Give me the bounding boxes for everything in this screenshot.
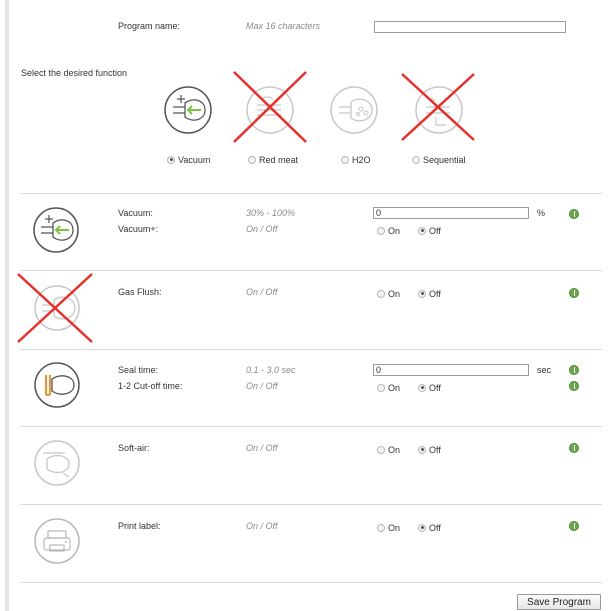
vacuum-label: Vacuum:: [118, 208, 153, 218]
program-name-hint: Max 16 characters: [246, 21, 321, 31]
function-label-h2o: H2O: [352, 154, 371, 165]
print-label-off-option[interactable]: Off: [418, 522, 441, 533]
print-label-on-option[interactable]: On: [377, 522, 400, 533]
function-radio-sequential[interactable]: [412, 155, 420, 164]
function-option-vacuum[interactable]: Vacuum: [167, 154, 210, 165]
cutoff-off-label: Off: [429, 382, 441, 393]
gas-flush-info-icon[interactable]: [569, 288, 579, 298]
gas-flush-range: On / Off: [246, 287, 278, 297]
vacuum-plus-label: Vacuum+:: [118, 224, 159, 234]
left-edge-bar: [5, 0, 9, 611]
gas-flush-disabled-cross-icon: [17, 273, 93, 343]
seal-time-label: Seal time:: [118, 365, 159, 375]
soft-air-on-radio[interactable]: [377, 445, 385, 454]
gas-flush-label: Gas Flush:: [118, 287, 162, 297]
function-option-red-meat[interactable]: Red meat: [248, 154, 298, 165]
soft-air-info-icon[interactable]: [569, 443, 579, 453]
cutoff-on-label: On: [388, 382, 401, 393]
vacuum-plus-off-label: Off: [429, 225, 441, 236]
print-label-on-label: On: [388, 522, 401, 533]
soft-air-off-radio[interactable]: [418, 445, 426, 454]
gas-flush-off-option[interactable]: Off: [418, 288, 441, 299]
function-label-vacuum: Vacuum: [178, 154, 211, 165]
divider: [20, 270, 602, 271]
soft-air-icon: [34, 440, 80, 486]
vacuum-unit: %: [537, 208, 546, 218]
print-label-on-radio[interactable]: [377, 523, 385, 532]
vacuum-info-icon[interactable]: [569, 209, 579, 219]
divider: [20, 193, 602, 194]
function-option-h2o[interactable]: H2O: [341, 154, 371, 165]
divider: [20, 426, 602, 427]
program-name-label: Program name:: [118, 21, 181, 31]
vacuum-range: 30% - 100%: [246, 208, 296, 218]
seal-time-info-icon[interactable]: [569, 365, 579, 375]
seal-time-input[interactable]: 0: [373, 364, 529, 376]
red-meat-disabled-cross-icon: [233, 71, 307, 143]
save-program-button[interactable]: Save Program: [517, 594, 601, 610]
vacuum-plus-off-radio[interactable]: [418, 226, 426, 235]
vacuum-icon: [164, 86, 212, 134]
vacuum-section-icon: [33, 207, 79, 253]
function-radio-red-meat[interactable]: [248, 155, 256, 164]
print-label-off-radio[interactable]: [418, 523, 426, 532]
gas-flush-off-radio[interactable]: [418, 289, 426, 298]
divider: [20, 349, 602, 350]
divider: [20, 582, 602, 583]
vacuum-plus-off-option[interactable]: Off: [418, 225, 441, 236]
seal-time-range: 0.1 - 3.0 sec: [246, 365, 296, 375]
function-option-sequential[interactable]: Sequential: [412, 154, 466, 165]
print-label-off-label: Off: [429, 522, 441, 533]
gas-flush-on-option[interactable]: On: [377, 288, 400, 299]
soft-air-on-option[interactable]: On: [377, 444, 400, 455]
cutoff-on-radio[interactable]: [377, 383, 385, 392]
vacuum-input[interactable]: 0: [373, 207, 529, 219]
vacuum-plus-on-option[interactable]: On: [377, 225, 400, 236]
soft-air-off-label: Off: [429, 444, 441, 455]
cutoff-on-option[interactable]: On: [377, 382, 400, 393]
function-label-sequential: Sequential: [423, 154, 466, 165]
function-radio-vacuum[interactable]: [167, 155, 175, 164]
gas-flush-on-radio[interactable]: [377, 289, 385, 298]
seal-icon: [34, 362, 80, 408]
cutoff-time-label: 1-2 Cut-off time:: [118, 381, 183, 391]
printer-icon: [34, 518, 80, 564]
soft-air-on-label: On: [388, 444, 401, 455]
function-radio-h2o[interactable]: [341, 155, 349, 164]
cutoff-off-option[interactable]: Off: [418, 382, 441, 393]
soft-air-off-option[interactable]: Off: [418, 444, 441, 455]
function-label-red-meat: Red meat: [259, 154, 299, 165]
vacuum-plus-on-label: On: [388, 225, 401, 236]
soft-air-range: On / Off: [246, 443, 278, 453]
cutoff-time-info-icon[interactable]: [569, 381, 579, 391]
vacuum-plus-on-radio[interactable]: [377, 226, 385, 235]
sequential-disabled-cross-icon: [401, 73, 475, 141]
print-label-label: Print label:: [118, 521, 161, 531]
seal-time-unit: sec: [537, 365, 552, 375]
h2o-icon: [330, 86, 378, 134]
program-name-input[interactable]: [374, 21, 566, 33]
cutoff-time-range: On / Off: [246, 381, 278, 391]
divider: [20, 504, 602, 505]
gas-flush-on-label: On: [388, 288, 401, 299]
soft-air-label: Soft-air:: [118, 443, 150, 453]
vacuum-plus-range: On / Off: [246, 224, 278, 234]
cutoff-off-radio[interactable]: [418, 383, 426, 392]
function-select-title: Select the desired function: [21, 68, 128, 78]
gas-flush-off-label: Off: [429, 288, 441, 299]
print-label-info-icon[interactable]: [569, 521, 579, 531]
print-label-range: On / Off: [246, 521, 278, 531]
